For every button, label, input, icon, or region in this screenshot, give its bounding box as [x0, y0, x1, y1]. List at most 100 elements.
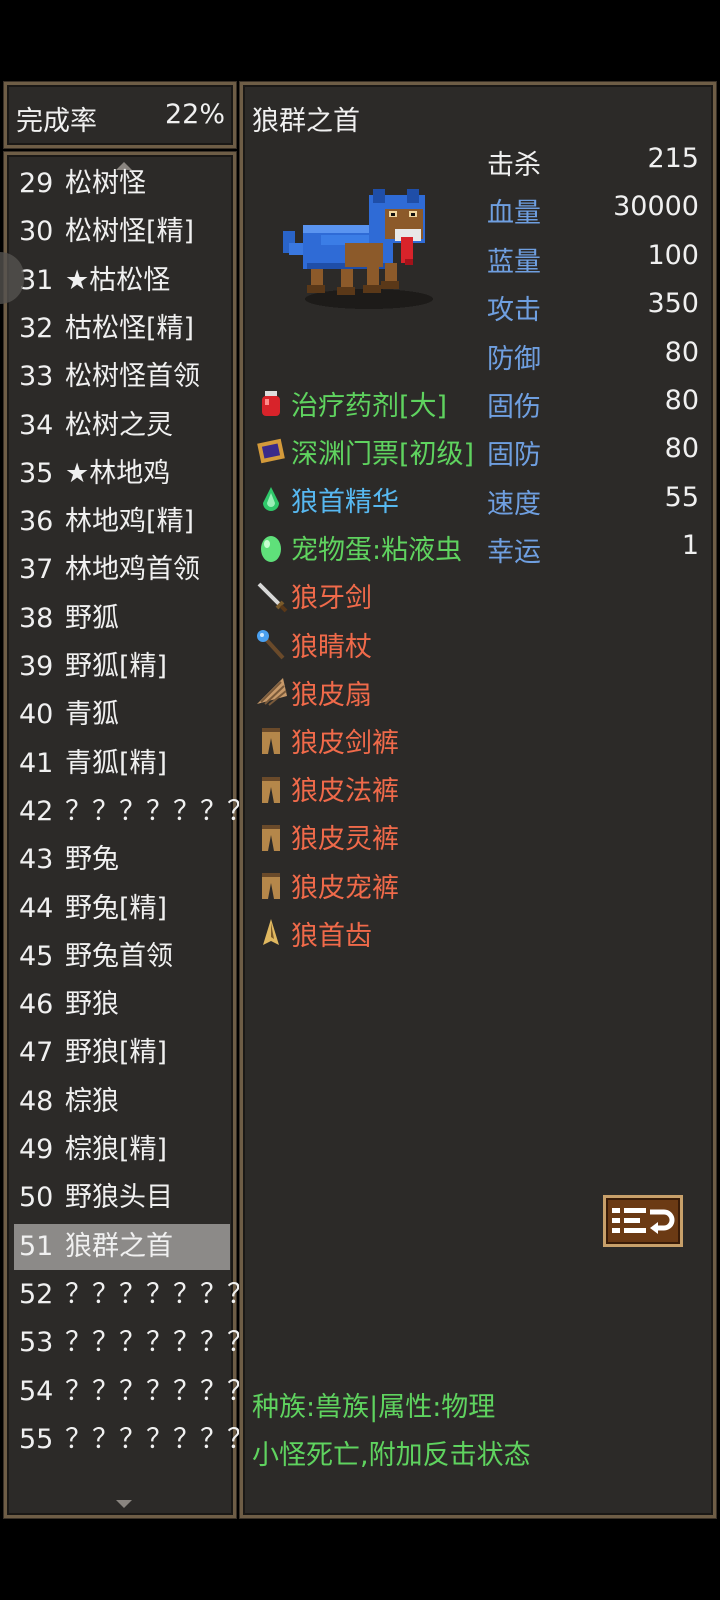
drop-item-name: 狼皮宠裤 [291, 872, 399, 904]
monster-list-name: 棕狼 [65, 1085, 119, 1117]
drop-item[interactable]: 狼牙剑 [253, 574, 372, 618]
drop-item-name: 宠物蛋:粘液虫 [291, 535, 463, 567]
monster-list-item[interactable]: 45 野兔首领 [14, 934, 230, 980]
monster-list-item[interactable]: 33 松树怪首领 [14, 354, 230, 400]
monster-list-name: 野兔首领 [65, 940, 173, 972]
stat-label: 防御 [487, 343, 541, 375]
monster-list-item[interactable]: 34 松树之灵 [14, 403, 230, 449]
monster-list-item[interactable]: 42 ？？？？？？？ [14, 789, 254, 835]
drop-item[interactable]: 狼皮剑裤 [253, 718, 399, 762]
monster-list-item[interactable]: 52 ？？？？？？？ [14, 1272, 254, 1318]
stat-label: 击杀 [487, 150, 541, 181]
monster-list-number: 29 [19, 168, 54, 199]
drop-item[interactable]: 狼皮法裤 [253, 767, 399, 811]
drop-item-name: 治疗药剂[大] [291, 390, 448, 422]
drop-item[interactable]: 狼睛杖 [253, 622, 372, 666]
monster-list-item[interactable]: 55 ？？？？？？？ [14, 1417, 254, 1463]
monster-list-item[interactable]: 47 野狼[精] [14, 1030, 230, 1076]
monster-list-item[interactable]: 41 青狐[精] [14, 741, 230, 787]
monster-list-item[interactable]: 51 狼群之首 [14, 1223, 230, 1270]
monster-list-number: 38 [19, 602, 54, 634]
drop-item[interactable]: 深渊门票[初级] [253, 429, 474, 473]
monster-list-item[interactable]: 48 棕狼 [14, 1079, 230, 1125]
monster-list-number: 43 [19, 844, 54, 876]
scroll-down-icon[interactable] [116, 1500, 132, 1508]
monster-list-item[interactable]: 38 野狐 [14, 596, 230, 642]
monster-list-number: 49 [19, 1134, 54, 1165]
stat-label: 幸运 [487, 537, 541, 569]
monster-list-name: 狼群之首 [65, 1230, 173, 1262]
monster-list-item[interactable]: 36 林地鸡[精] [14, 499, 230, 545]
stat-value: 1 [681, 530, 699, 562]
monster-list-name: ？？？？？？？ [65, 1423, 254, 1455]
monster-list-name: 松树之灵 [65, 409, 173, 441]
pants-icon [253, 867, 289, 903]
stat-value: 80 [664, 385, 699, 416]
monster-list-item[interactable]: 29 松树怪 [14, 161, 230, 207]
monster-list-number: 34 [19, 409, 54, 441]
drop-item-name: 狼皮剑裤 [291, 727, 399, 759]
monster-list-item[interactable]: 46 野狼 [14, 982, 230, 1028]
monster-list-item[interactable]: 31 ★枯松怪 [14, 258, 230, 304]
drop-item-name: 狼首精华 [291, 486, 399, 518]
monster-list-number: 36 [19, 506, 54, 538]
monster-list[interactable]: 29 松树怪 30 松树怪[精] 31 ★枯松怪 32 枯松怪[精] 33 松树怪首领 34 松树之灵… [4, 152, 254, 1518]
stat-label: 固防 [487, 440, 541, 472]
potion-icon [253, 385, 289, 421]
stat-value: 80 [664, 433, 699, 465]
monster-list-name: 野狼 [65, 989, 119, 1021]
monster-list-name: 野狐[精] [65, 651, 168, 682]
monster-list-name: 野狐 [65, 602, 119, 634]
drop-item[interactable]: 宠物蛋:粘液虫 [253, 526, 462, 570]
drop-item-name: 狼睛杖 [291, 631, 372, 663]
monster-list-item[interactable]: 40 青狐 [14, 692, 230, 738]
stat-value: 100 [647, 239, 699, 271]
swap-view-button[interactable] [603, 1195, 683, 1247]
monster-list-item[interactable]: 50 野狼头目 [14, 1175, 230, 1221]
stat-value: 55 [664, 481, 699, 513]
drop-item[interactable]: 狼皮扇 [253, 670, 372, 714]
monster-detail-panel: 狼群之首 击杀 215 血量 30000 蓝量 100 攻击 350 防御 80 固伤 80 固防 80 速… [240, 82, 716, 1518]
monster-list-item[interactable]: 30 松树怪[精] [14, 209, 230, 255]
monster-list-item[interactable]: 54 ？？？？？？？ [14, 1369, 254, 1415]
monster-list-item[interactable]: 37 林地鸡首领 [14, 547, 230, 593]
monster-list-item[interactable]: 35 ★林地鸡 [14, 451, 230, 497]
drop-item[interactable]: 狼皮灵裤 [253, 815, 399, 859]
monster-list-name: 野兔 [65, 844, 119, 876]
fan-icon [253, 674, 289, 710]
monster-list-name: ？？？？？？？ [65, 1375, 254, 1407]
completion-value: 22% [164, 99, 225, 130]
pants-icon [253, 771, 289, 807]
monster-list-name: 棕狼[精] [65, 1134, 168, 1165]
monster-list-number: 39 [19, 651, 54, 682]
sword-icon [253, 578, 289, 614]
monster-list-item[interactable]: 53 ？？？？？？？ [14, 1320, 254, 1366]
pants-icon [253, 722, 289, 758]
monster-list-item[interactable]: 49 棕狼[精] [14, 1127, 230, 1173]
monster-list-number: 53 [19, 1327, 54, 1359]
stat-label: 固伤 [487, 392, 541, 423]
stat-label: 速度 [487, 488, 541, 520]
egg-icon [253, 530, 289, 566]
monster-list-number: 37 [19, 554, 54, 586]
monster-list-number: 45 [19, 940, 54, 972]
monster-list-item[interactable]: 39 野狐[精] [14, 644, 230, 690]
monster-list-number: 42 [19, 795, 54, 827]
drop-item[interactable]: 狼首齿 [253, 911, 372, 955]
wolf-sprite-icon [283, 189, 433, 309]
monster-list-name: 松树怪 [65, 168, 146, 199]
monster-list-item[interactable]: 43 野兔 [14, 837, 230, 883]
monster-list-name: 野狼头目 [65, 1182, 173, 1214]
monster-list-item[interactable]: 44 野兔[精] [14, 886, 230, 932]
drop-item[interactable]: 狼皮宠裤 [253, 863, 399, 907]
monster-list-item[interactable]: 32 枯松怪[精] [14, 306, 230, 352]
essence-icon [253, 481, 289, 517]
monster-list-number: 55 [19, 1423, 54, 1455]
drop-item[interactable]: 治疗药剂[大] [253, 381, 447, 425]
stat-label: 攻击 [487, 295, 541, 327]
drop-item[interactable]: 狼首精华 [253, 477, 399, 521]
stat-value: 80 [664, 336, 699, 368]
completion-panel: 完成率 22% [4, 82, 236, 148]
drop-item-name: 狼皮扇 [291, 679, 372, 711]
monster-list-name: 青狐[精] [65, 747, 168, 779]
